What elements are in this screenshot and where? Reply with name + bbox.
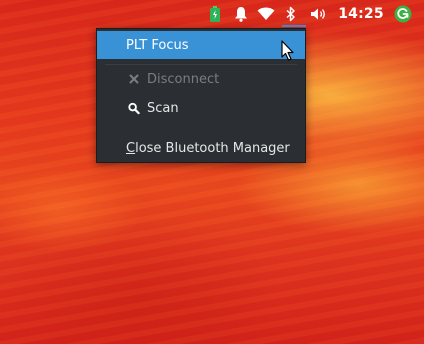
close-label-rest: lose Bluetooth Manager bbox=[135, 140, 290, 156]
wifi-icon[interactable] bbox=[255, 4, 277, 24]
system-tray: 14:25 bbox=[200, 0, 424, 28]
menu-item-scan[interactable]: Scan bbox=[97, 94, 305, 122]
disconnect-label: Disconnect bbox=[147, 71, 220, 87]
close-icon bbox=[128, 74, 140, 84]
clock[interactable]: 14:25 bbox=[338, 4, 383, 24]
close-mnemonic: C bbox=[126, 140, 136, 156]
bluetooth-menu: PLT Focus Disconnect Scan Close Bluetoot… bbox=[96, 28, 306, 163]
search-icon bbox=[128, 102, 140, 115]
mouse-cursor-icon bbox=[281, 40, 295, 62]
menu-item-device[interactable]: PLT Focus bbox=[97, 31, 305, 59]
bluetooth-icon[interactable] bbox=[283, 4, 299, 24]
volume-icon[interactable] bbox=[308, 4, 330, 24]
close-manager-label: Close Bluetooth Manager bbox=[126, 141, 290, 156]
device-label: PLT Focus bbox=[126, 37, 189, 53]
update-icon[interactable] bbox=[393, 4, 413, 24]
bell-icon[interactable] bbox=[232, 4, 250, 24]
scan-label: Scan bbox=[147, 100, 179, 116]
battery-icon[interactable] bbox=[207, 4, 223, 24]
menu-item-disconnect: Disconnect bbox=[97, 65, 305, 93]
bluetooth-active-indicator bbox=[282, 25, 306, 27]
menu-item-close-manager[interactable]: Close Bluetooth Manager bbox=[97, 134, 305, 162]
